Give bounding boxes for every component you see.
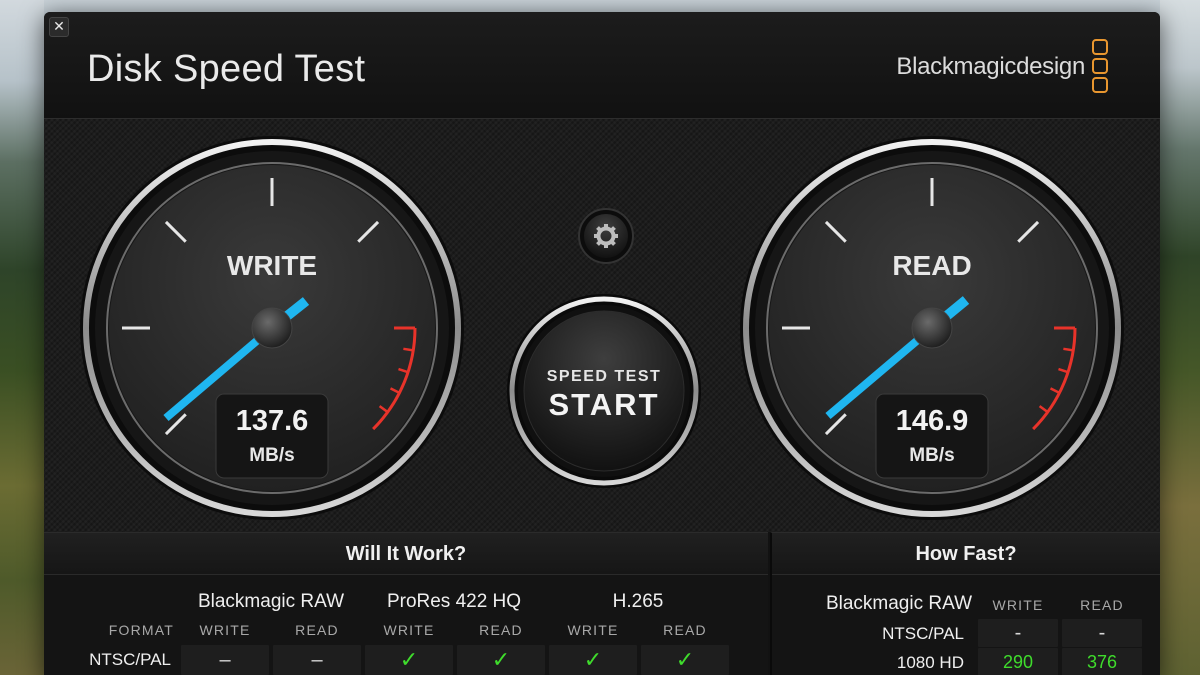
- close-icon: ✕: [53, 18, 65, 34]
- cell-braw-read: –: [273, 645, 361, 675]
- format-column-header: FORMAT: [108, 622, 174, 638]
- gauge-redline-minor-tick: [403, 347, 414, 352]
- braw-write-header: WRITE: [199, 622, 251, 638]
- read-gauge-label: READ: [892, 250, 971, 281]
- write-gauge-label: WRITE: [227, 250, 317, 281]
- prores-write-header: WRITE: [383, 622, 435, 638]
- check-icon: ✓: [641, 645, 729, 675]
- codec-header-h265: H.265: [612, 591, 664, 612]
- read-speed-value: 146.9: [896, 405, 969, 437]
- row-label-ntsc-pal: NTSC/PAL: [89, 650, 171, 669]
- blackmagic-logo-icon: [1092, 39, 1110, 99]
- results-area: Will It Work? Blackmagic RAW ProRes 422 …: [44, 532, 1160, 675]
- how-fast-ntsc-write: -: [978, 619, 1058, 647]
- start-button-label: START: [548, 387, 659, 422]
- how-fast-row-ntsc-pal: NTSC/PAL: [882, 624, 964, 643]
- desktop-background-right: [1160, 0, 1200, 675]
- how-fast-codec: Blackmagic RAW: [825, 593, 972, 614]
- app-window: ✕ Disk Speed Test Blackmagicdesign WRITE…: [44, 12, 1160, 675]
- cell-braw-write: –: [181, 645, 269, 675]
- will-it-work-title: Will It Work?: [44, 533, 768, 575]
- title-bar: ✕ Disk Speed Test Blackmagicdesign: [44, 12, 1160, 118]
- check-icon: ✓: [549, 645, 637, 675]
- read-gauge: READ 146.9 MB/s: [740, 136, 1124, 520]
- how-fast-row-1080-hd: 1080 HD: [896, 653, 964, 672]
- write-needle-hub: [251, 307, 293, 349]
- read-needle-hub: [911, 307, 953, 349]
- write-speed-unit: MB/s: [249, 445, 294, 466]
- how-fast-ntsc-read: -: [1062, 619, 1142, 647]
- close-button[interactable]: ✕: [49, 17, 69, 37]
- how-fast-1080-read: 376: [1062, 648, 1142, 675]
- brand-name: Blackmagicdesign: [896, 53, 1085, 80]
- how-fast-write-header: WRITE: [992, 597, 1044, 613]
- gauges-area: WRITE 137.6 MB/s READ 146.9 MB/s SPEED T…: [80, 136, 1124, 520]
- how-fast-title: How Fast?: [772, 533, 1160, 575]
- how-fast-table: How Fast? Blackmagic RAW WRITE READ NTSC…: [770, 532, 1160, 675]
- settings-button[interactable]: [578, 208, 634, 264]
- start-button-caption: SPEED TEST: [547, 368, 662, 385]
- desktop-background-left: [0, 0, 44, 675]
- codec-header-prores: ProRes 422 HQ: [386, 591, 522, 612]
- read-speed-unit: MB/s: [909, 445, 954, 466]
- how-fast-read-header: READ: [1080, 597, 1124, 613]
- how-fast-1080-write: 290: [978, 648, 1058, 675]
- write-gauge: WRITE 137.6 MB/s: [80, 136, 464, 520]
- braw-read-header: READ: [295, 622, 339, 638]
- app-title: Disk Speed Test: [87, 48, 366, 90]
- will-it-work-table: Will It Work? Blackmagic RAW ProRes 422 …: [44, 532, 768, 675]
- write-speed-value: 137.6: [236, 405, 309, 437]
- h265-read-header: READ: [663, 622, 707, 638]
- h265-write-header: WRITE: [567, 622, 619, 638]
- prores-read-header: READ: [479, 622, 523, 638]
- codec-header-braw: Blackmagic RAW: [197, 591, 345, 612]
- gauge-redline-minor-tick: [1063, 347, 1074, 352]
- speed-test-start-button[interactable]: SPEED TEST START: [507, 294, 701, 488]
- check-icon: ✓: [457, 645, 545, 675]
- check-icon: ✓: [365, 645, 453, 675]
